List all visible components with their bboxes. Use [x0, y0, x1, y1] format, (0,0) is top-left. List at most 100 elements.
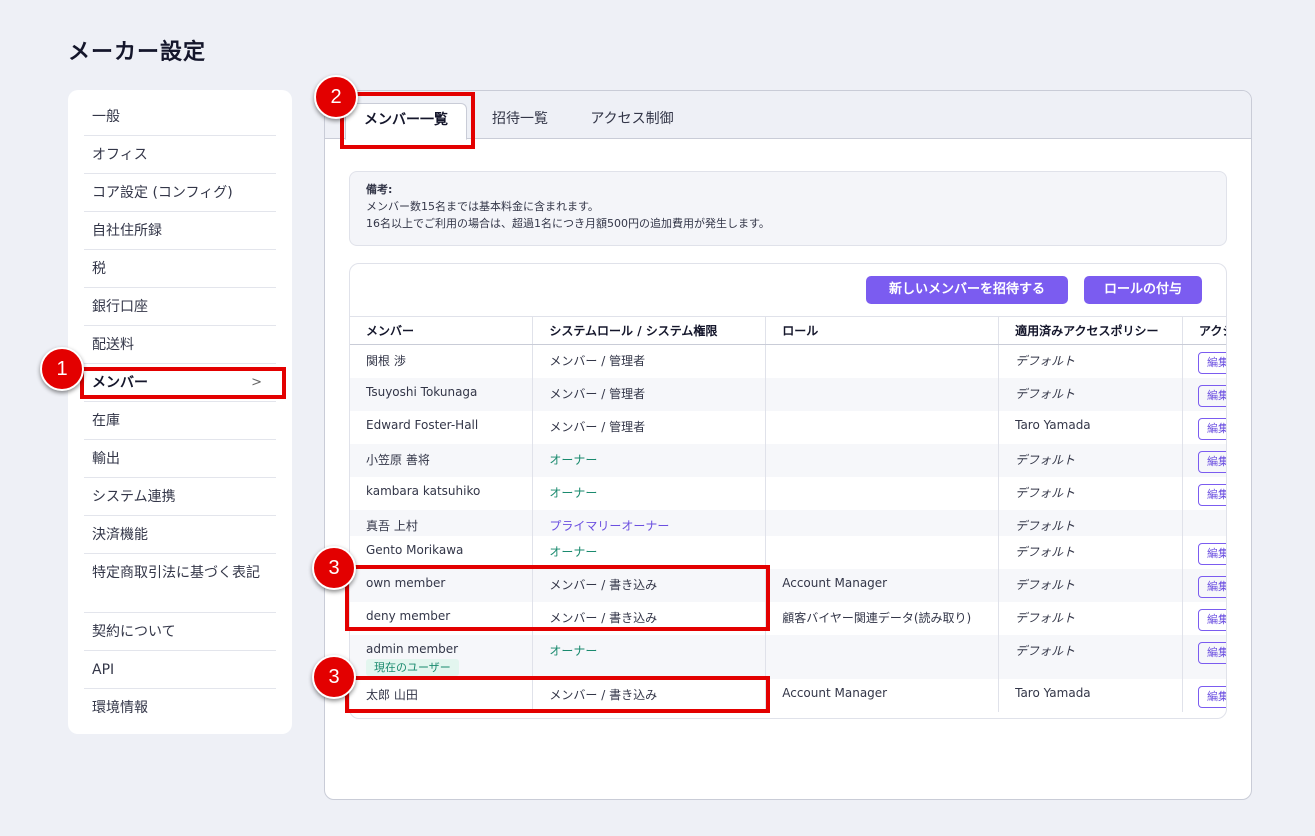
- annotation-callout-2: 2: [314, 75, 358, 119]
- edit-button[interactable]: 編集: [1198, 641, 1226, 664]
- actions-cell: 編集: [1182, 535, 1226, 569]
- system-role: オーナー: [532, 443, 767, 477]
- sidebar-item-general[interactable]: 一般: [84, 98, 276, 136]
- sidebar-item-environment[interactable]: 環境情報: [84, 689, 276, 727]
- role: [765, 344, 1000, 378]
- edit-button[interactable]: 編集: [1198, 352, 1226, 374]
- sidebar-item-integrations[interactable]: システム連携: [84, 478, 276, 516]
- system-role: プライマリーオーナー: [532, 509, 767, 536]
- actions-cell: 編集: [1182, 634, 1226, 679]
- member-name: 真吾 上村: [350, 509, 534, 536]
- edit-button[interactable]: 編集: [1198, 417, 1226, 440]
- member-name: kambara katsuhiko: [350, 476, 534, 510]
- access-policy: Taro Yamada: [998, 678, 1183, 712]
- sidebar-item-bank-account[interactable]: 銀行口座: [84, 288, 276, 326]
- member-name: 小笠原 善将: [350, 443, 534, 477]
- sidebar-item-payments[interactable]: 決済機能: [84, 516, 276, 554]
- system-role: メンバー / 管理者: [532, 410, 767, 444]
- system-role: オーナー: [532, 634, 767, 679]
- sidebar-item-tax[interactable]: 税: [84, 250, 276, 288]
- annotation-highlight-members-menu: [80, 367, 286, 399]
- actions-cell: 編集: [1182, 476, 1226, 510]
- sidebar-item-contract[interactable]: 契約について: [84, 613, 276, 651]
- role: [765, 634, 1000, 679]
- member-name: 関根 渉: [350, 344, 534, 378]
- table-row: kambara katsuhiko オーナー デフォルト 編集: [350, 476, 1226, 510]
- annotation-highlight-row: [345, 676, 770, 713]
- edit-button[interactable]: 編集: [1198, 685, 1226, 708]
- table-row: Edward Foster-Hall メンバー / 管理者 Taro Yamad…: [350, 410, 1226, 444]
- column-header-role: ロール: [765, 316, 1000, 345]
- billing-note: 備考: メンバー数15名までは基本料金に含まれます。 16名以上でご利用の場合は…: [349, 171, 1227, 246]
- table-row: admin member 現在のユーザー オーナー デフォルト 編集: [350, 634, 1226, 679]
- system-role: メンバー / 管理者: [532, 344, 767, 378]
- sidebar-item-shipping[interactable]: 配送料: [84, 326, 276, 364]
- assign-role-button[interactable]: ロールの付与: [1084, 276, 1202, 304]
- current-user-badge: 現在のユーザー: [366, 658, 459, 676]
- table-row: Gento Morikawa オーナー デフォルト 編集: [350, 535, 1226, 569]
- sidebar-item-api[interactable]: API: [84, 651, 276, 689]
- edit-button[interactable]: 編集: [1198, 608, 1226, 631]
- column-header-member: メンバー: [350, 316, 534, 345]
- table-header-row: メンバー システムロール / システム権限 ロール 適用済みアクセスポリシー ア…: [350, 316, 1226, 345]
- sidebar-item-export[interactable]: 輸出: [84, 440, 276, 478]
- members-table: メンバー システムロール / システム権限 ロール 適用済みアクセスポリシー ア…: [350, 316, 1226, 712]
- column-header-actions: アクション: [1182, 316, 1226, 345]
- role: [765, 377, 1000, 411]
- actions-cell: 編集: [1182, 443, 1226, 477]
- sidebar-item-inventory[interactable]: 在庫: [84, 402, 276, 440]
- role: 顧客バイヤー関連データ(読み取り): [765, 601, 1000, 635]
- role: [765, 535, 1000, 569]
- column-header-system-role: システムロール / システム権限: [532, 316, 767, 345]
- edit-button[interactable]: 編集: [1198, 384, 1226, 407]
- edit-button[interactable]: 編集: [1198, 450, 1226, 473]
- note-title: 備考:: [366, 183, 393, 196]
- annotation-callout-1: 1: [40, 347, 84, 391]
- actions-cell: 編集: [1182, 601, 1226, 635]
- role: [765, 509, 1000, 536]
- sidebar-item-office[interactable]: オフィス: [84, 136, 276, 174]
- member-name: Tsuyoshi Tokunaga: [350, 377, 534, 411]
- note-line: メンバー数15名までは基本料金に含まれます。: [366, 200, 599, 213]
- annotation-highlight-rows: [345, 565, 770, 631]
- system-role: メンバー / 管理者: [532, 377, 767, 411]
- sidebar-item-address-book[interactable]: 自社住所録: [84, 212, 276, 250]
- table-row: 関根 渉 メンバー / 管理者 デフォルト 編集: [350, 344, 1226, 378]
- access-policy: デフォルト: [998, 601, 1183, 635]
- actions-cell: 編集: [1182, 344, 1226, 378]
- role: [765, 410, 1000, 444]
- system-role: オーナー: [532, 535, 767, 569]
- note-line: 16名以上でご利用の場合は、超過1名につき月額500円の追加費用が発生します。: [366, 217, 770, 230]
- access-policy: デフォルト: [998, 476, 1183, 510]
- annotation-callout-3b: 3: [312, 655, 356, 699]
- sidebar-item-core-config[interactable]: コア設定 (コンフィグ): [84, 174, 276, 212]
- annotation-callout-3: 3: [312, 546, 356, 590]
- role: Account Manager: [765, 678, 1000, 712]
- tab-access-control[interactable]: アクセス制御: [577, 103, 687, 140]
- table-row: 真吾 上村 プライマリーオーナー デフォルト: [350, 509, 1226, 536]
- access-policy: デフォルト: [998, 377, 1183, 411]
- system-role: オーナー: [532, 476, 767, 510]
- annotation-highlight-member-tab: [340, 92, 475, 149]
- members-table-card: 新しいメンバーを招待する ロールの付与 メンバー システムロール / システム権…: [349, 263, 1227, 719]
- edit-button[interactable]: 編集: [1198, 483, 1226, 506]
- table-row: 小笠原 善将 オーナー デフォルト 編集: [350, 443, 1226, 477]
- tab-invitations[interactable]: 招待一覧: [475, 103, 565, 140]
- column-header-access-policy: 適用済みアクセスポリシー: [998, 316, 1183, 345]
- role: [765, 443, 1000, 477]
- access-policy: Taro Yamada: [998, 410, 1183, 444]
- role: Account Manager: [765, 568, 1000, 602]
- access-policy: デフォルト: [998, 344, 1183, 378]
- sidebar-item-commercial-law[interactable]: 特定商取引法に基づく表記: [84, 554, 276, 613]
- access-policy: デフォルト: [998, 634, 1183, 679]
- member-cell: admin member 現在のユーザー: [350, 634, 534, 679]
- actions-cell: 編集: [1182, 410, 1226, 444]
- invite-member-button[interactable]: 新しいメンバーを招待する: [866, 276, 1068, 304]
- page-title: メーカー設定: [68, 40, 207, 65]
- member-name: admin member: [366, 641, 459, 656]
- edit-button[interactable]: 編集: [1198, 542, 1226, 565]
- role: [765, 476, 1000, 510]
- access-policy: デフォルト: [998, 535, 1183, 569]
- edit-button[interactable]: 編集: [1198, 575, 1226, 598]
- actions-cell: 編集: [1182, 377, 1226, 411]
